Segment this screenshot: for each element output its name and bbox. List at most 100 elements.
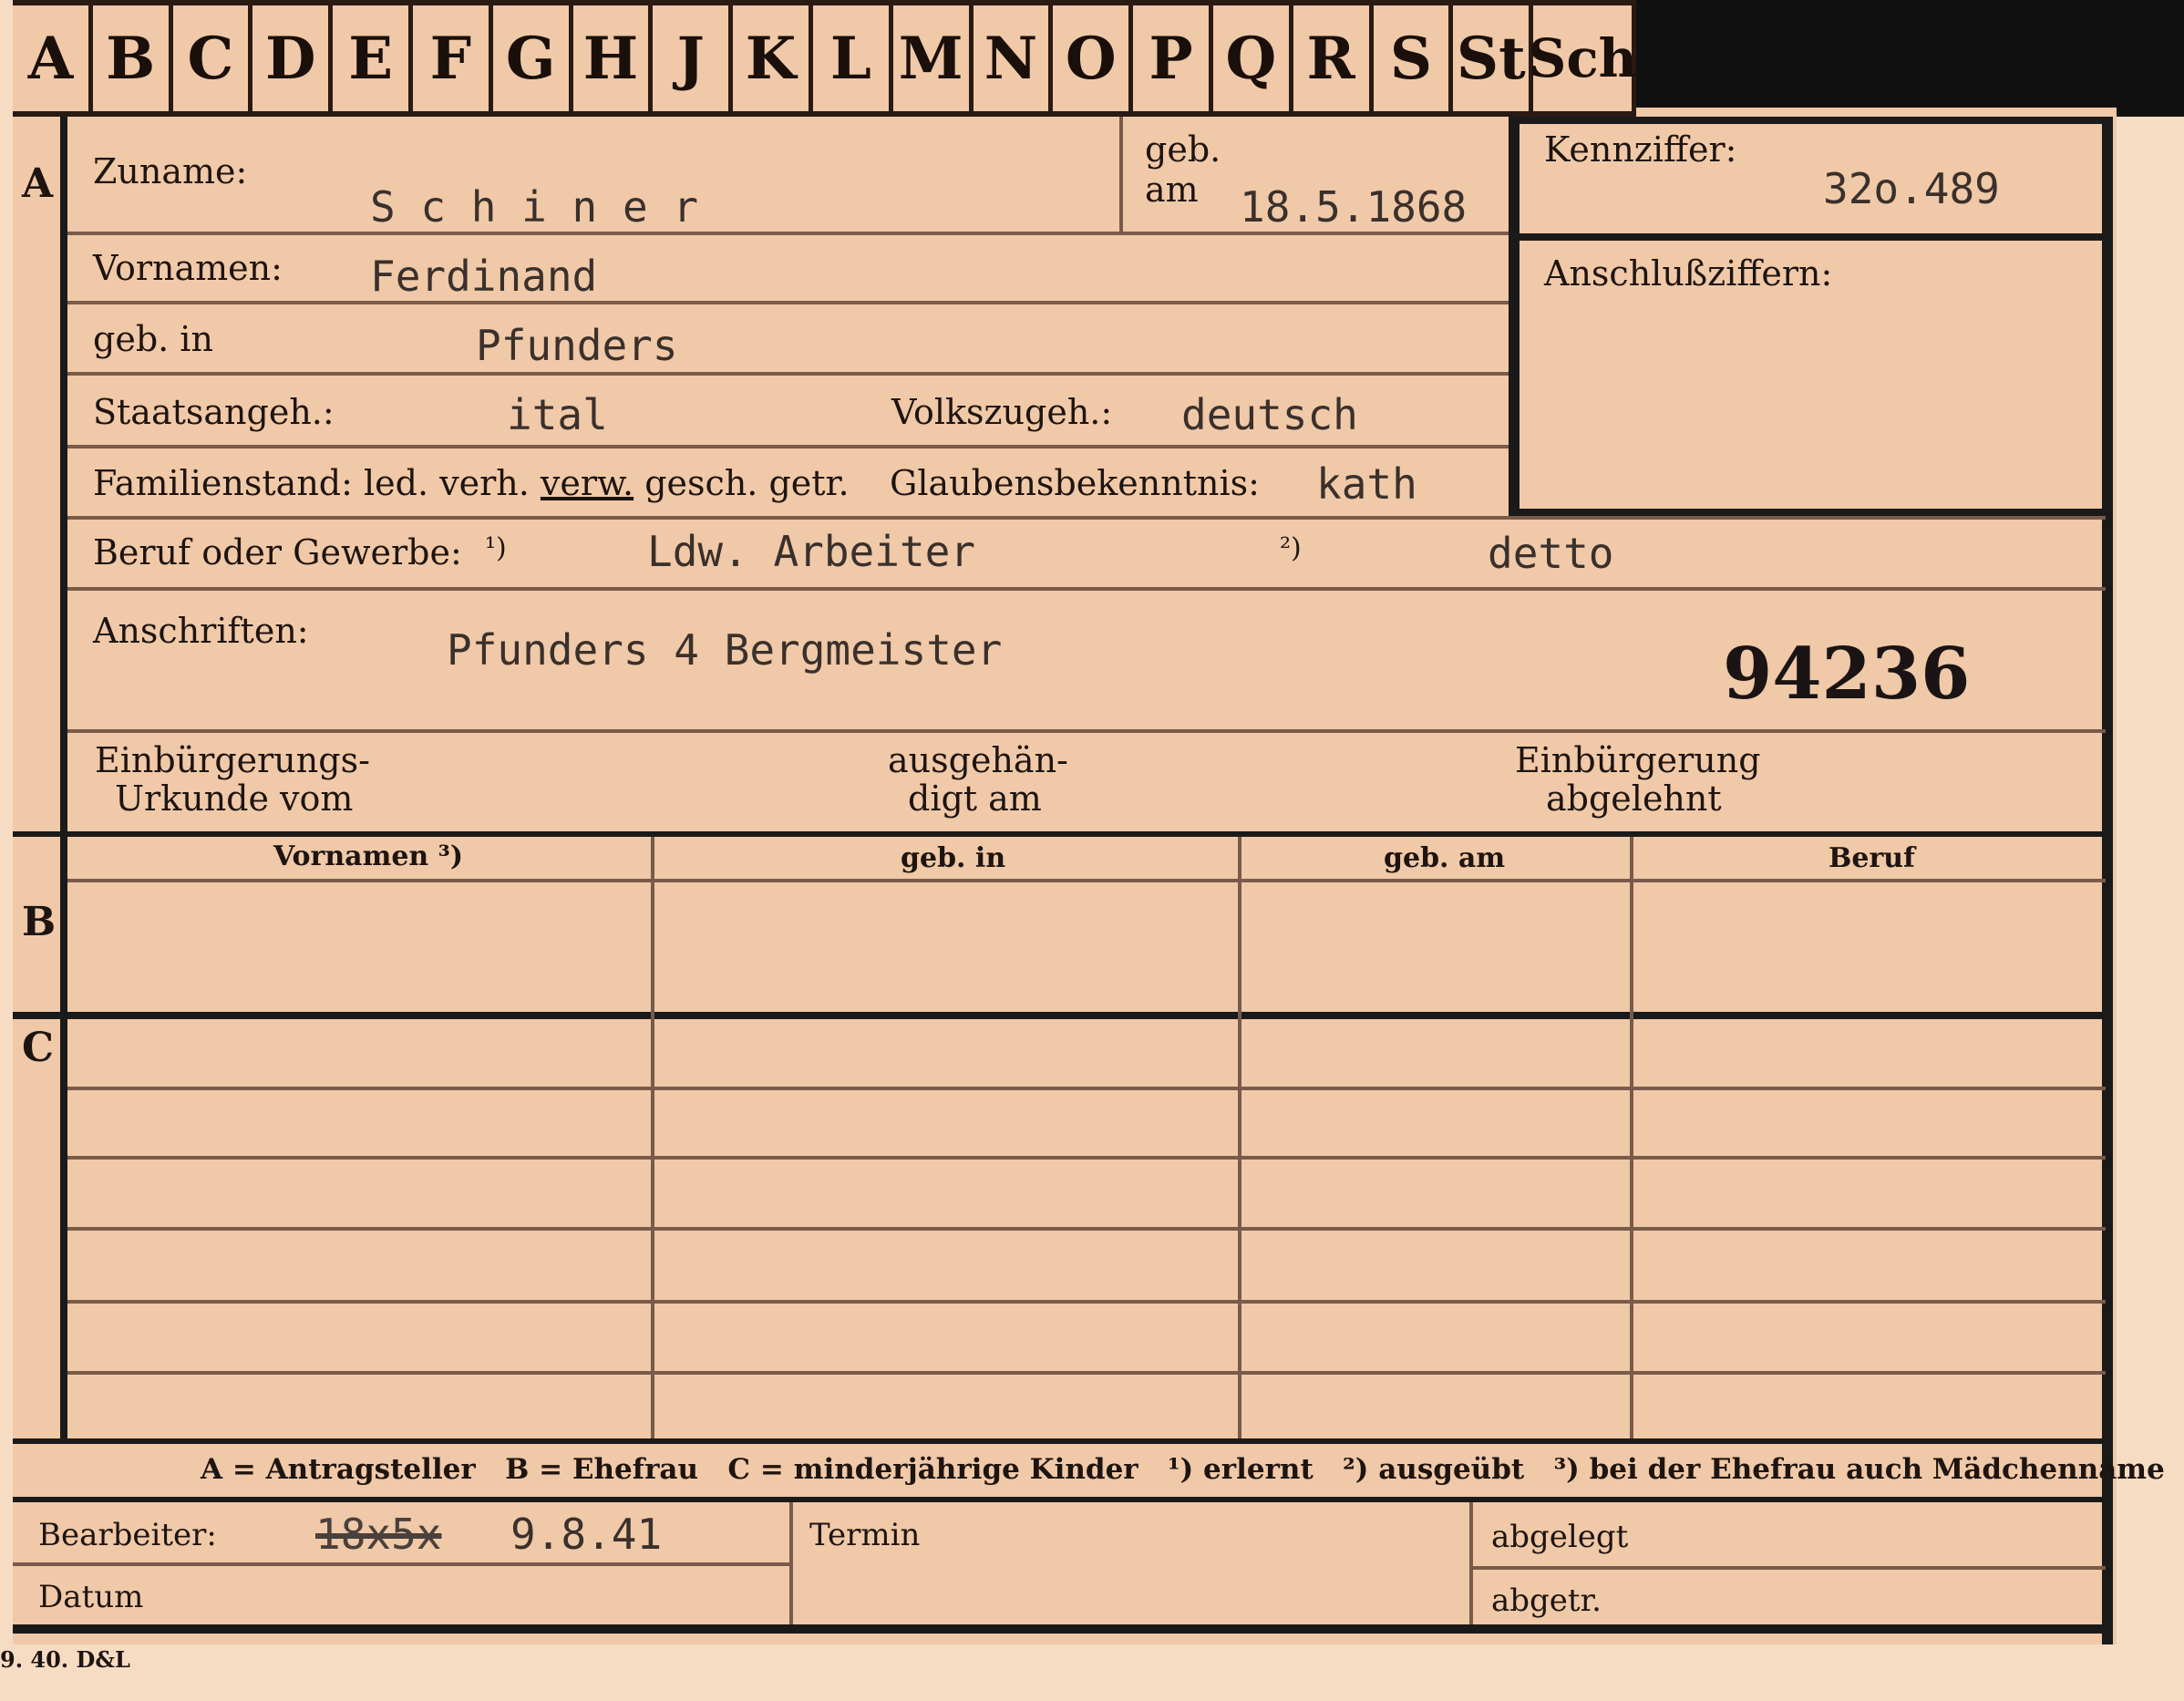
einbuergerungsurkunde-label-line2: Urkunde vom	[115, 778, 354, 819]
tab-a[interactable]: A	[13, 5, 93, 111]
tab-o[interactable]: O	[1053, 5, 1134, 111]
legend-text: A = Antragsteller B = Ehefrau C = minder…	[201, 1453, 2165, 1486]
kennziffer-box-left-rule	[1509, 117, 1520, 518]
einbuergerung-abgelehnt-label-line1: Einbürgerung	[1515, 740, 1761, 780]
rule-after-staatsangeh	[67, 445, 1509, 448]
left-margin-rule	[60, 117, 67, 1438]
anschrift-value: Pfunders 4 Bergmeister	[447, 625, 1003, 675]
beruf-ausgeuebt-value: detto	[1488, 529, 1614, 578]
tab-c[interactable]: C	[172, 5, 253, 111]
abgelegt-label: abgelegt	[1491, 1519, 1629, 1555]
geb-am-label-line2: am	[1145, 170, 1199, 210]
section-c-top-rule	[13, 1012, 2109, 1019]
geb-am-value: 18.5.1868	[1240, 182, 1468, 232]
beruf-note-2: ²)	[1280, 532, 1302, 564]
section-marker-b: B	[22, 899, 57, 945]
print-code: 9. 40. D&L	[0, 1646, 130, 1673]
volkszugeh-value: deutsch	[1181, 390, 1358, 439]
einbuergerung-abgelehnt-label-line2: abgelehnt	[1546, 778, 1722, 819]
section-marker-a: A	[22, 160, 54, 207]
stamp-number: 94236	[1723, 633, 1971, 716]
child-row-rule-1	[67, 1087, 2106, 1090]
child-row-rule-3	[67, 1227, 2106, 1231]
right-edge-background	[2117, 117, 2184, 1666]
einbuergerungsurkunde-label-line1: Einbürgerungs-	[95, 740, 370, 780]
table-col-rule-2	[1238, 837, 1241, 1438]
tab-e[interactable]: E	[333, 5, 413, 111]
tab-n[interactable]: N	[973, 5, 1054, 111]
rule-after-anschriften	[67, 729, 2106, 733]
legend-top-rule	[13, 1438, 2109, 1444]
beruf-erlernt-value: Ldw. Arbeiter	[647, 527, 976, 576]
table-header-geb-am: geb. am	[1384, 842, 1506, 874]
table-col-rule-1	[651, 837, 654, 1438]
tab-st[interactable]: St	[1453, 5, 1534, 111]
vornamen-value: Ferdinand	[370, 252, 598, 301]
footer-col-rule-1	[789, 1502, 793, 1624]
table-col-rule-3	[1630, 837, 1633, 1438]
termin-label: Termin	[809, 1517, 921, 1553]
footer-col-rule-2	[1469, 1502, 1473, 1624]
beruf-note-1: ¹)	[485, 532, 507, 564]
zuname-value: S c h i n e r	[370, 182, 699, 232]
child-row-rule-4	[67, 1300, 2106, 1304]
beruf-label: Beruf oder Gewerbe:	[93, 532, 462, 572]
ausgehaendigt-label-line2: digt am	[908, 778, 1042, 819]
familienstand-verw-underlined: verw.	[540, 463, 634, 503]
kennziffer-divider-rule	[1520, 233, 2107, 241]
index-card	[13, 108, 2117, 1644]
bearbeiter-struck-value: 18x5x	[315, 1510, 442, 1559]
tab-b[interactable]: B	[92, 5, 173, 111]
tab-h[interactable]: H	[572, 5, 654, 111]
glaubensbekenntnis-label: Glaubensbekenntnis:	[890, 463, 1260, 503]
table-header-geb-in: geb. in	[901, 842, 1006, 874]
top-right-background	[1636, 0, 2184, 117]
section-marker-c: C	[22, 1025, 55, 1071]
staatsangeh-label: Staatsangeh.:	[93, 392, 335, 432]
bearbeiter-label: Bearbeiter:	[38, 1517, 217, 1553]
child-row-rule-5	[67, 1371, 2106, 1375]
rule-after-zuname	[67, 232, 1509, 235]
glaubensbekenntnis-value: kath	[1316, 459, 1417, 509]
vornamen-label: Vornamen:	[93, 248, 283, 288]
bearbeiter-date-value: 9.8.41	[510, 1510, 663, 1559]
datum-label: Datum	[38, 1579, 144, 1615]
section-b-top-rule	[13, 831, 2109, 837]
familienstand-label: Familienstand: led. verh. verw. gesch. g…	[93, 463, 850, 503]
legend-bottom-rule	[13, 1497, 2109, 1502]
geb-in-value: Pfunders	[476, 321, 678, 370]
table-header-beruf: Beruf	[1829, 842, 1915, 874]
tab-f[interactable]: F	[412, 5, 493, 111]
table-header-rule	[67, 879, 2106, 882]
table-header-vornamen: Vornamen ³)	[273, 840, 464, 872]
anschlussziffern-label: Anschlußziffern:	[1544, 253, 1833, 294]
card-bottom-rule	[13, 1624, 2113, 1634]
abgetr-label: abgetr.	[1491, 1582, 1602, 1619]
tab-r[interactable]: R	[1293, 5, 1374, 111]
tab-s[interactable]: S	[1373, 5, 1454, 111]
tab-q[interactable]: Q	[1212, 5, 1293, 111]
tab-d[interactable]: D	[252, 5, 334, 111]
zuname-label: Zuname:	[93, 151, 248, 191]
tab-k[interactable]: K	[733, 5, 813, 111]
child-row-rule-2	[67, 1156, 2106, 1160]
tab-l[interactable]: L	[812, 5, 893, 111]
staatsangeh-value: ital	[507, 390, 608, 439]
tab-sch[interactable]: Sch	[1528, 5, 1637, 111]
geb-am-label-line1: geb.	[1145, 129, 1221, 170]
footer-mid-rule-right	[1469, 1566, 2106, 1570]
rule-after-beruf	[67, 587, 2106, 591]
kennziffer-label: Kennziffer:	[1544, 129, 1737, 170]
tab-p[interactable]: P	[1133, 5, 1213, 111]
tab-j[interactable]: J	[653, 5, 734, 111]
footer-mid-rule-left	[13, 1562, 789, 1566]
tab-g[interactable]: G	[492, 5, 573, 111]
geb-am-divider	[1119, 117, 1123, 232]
familienstand-options: Familienstand: led. verh.	[93, 463, 530, 503]
rule-after-geb-in	[67, 372, 1509, 376]
geb-in-label: geb. in	[93, 319, 213, 359]
rule-after-vornamen	[67, 301, 1509, 304]
rule-after-familienstand	[67, 516, 2106, 520]
tab-m[interactable]: M	[892, 5, 974, 111]
familienstand-options-rest: gesch. getr.	[644, 463, 850, 503]
